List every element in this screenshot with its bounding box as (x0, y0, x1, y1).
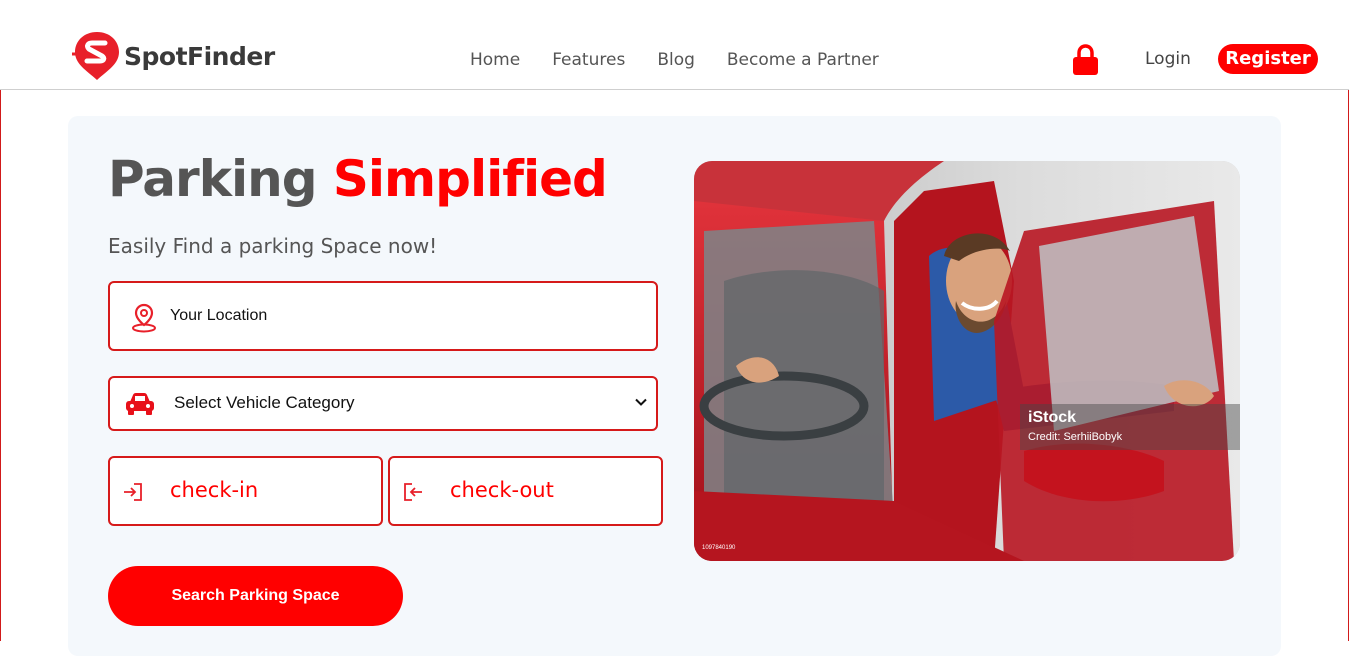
watermark-credit: Credit: SerhiiBobyk (1028, 431, 1123, 443)
hero-subtitle: Easily Find a parking Space now! (108, 234, 438, 258)
check-in-field[interactable]: check-in (108, 456, 383, 526)
location-field[interactable] (108, 281, 658, 351)
nav-blog[interactable]: Blog (657, 50, 695, 70)
main-nav: Home Features Blog Become a Partner (470, 50, 911, 70)
car-icon (126, 393, 154, 415)
page-border-left (0, 90, 1, 641)
location-input[interactable] (170, 303, 630, 329)
lock-icon[interactable] (1072, 44, 1099, 76)
photo-stock-id: 1097840190 (702, 545, 736, 551)
nav-features[interactable]: Features (552, 50, 625, 70)
hero-title-accent: Simplified (332, 150, 608, 208)
site-header: SpotFinder Home Features Blog Become a P… (0, 0, 1349, 90)
check-out-label: check-out (450, 478, 554, 502)
istock-watermark: iStock Credit: SerhiiBobyk (1020, 404, 1240, 450)
sign-in-icon (124, 483, 142, 501)
nav-become-partner[interactable]: Become a Partner (727, 50, 879, 70)
sign-out-icon (404, 483, 422, 501)
hero-photo (694, 161, 1240, 561)
search-parking-button[interactable]: Search Parking Space (108, 566, 403, 626)
vehicle-category-value: Select Vehicle Category (174, 393, 355, 412)
watermark-brand: iStock (1028, 409, 1077, 426)
nav-home[interactable]: Home (470, 50, 520, 70)
vehicle-category-select[interactable]: Select Vehicle Category (108, 376, 658, 431)
chevron-down-icon (635, 398, 647, 406)
spotfinder-logo-icon (72, 32, 119, 80)
check-in-label: check-in (170, 478, 259, 502)
brand-name: SpotFinder (124, 41, 275, 71)
hero-title: Parking Simplified (108, 150, 608, 208)
location-pin-icon (132, 303, 156, 333)
hero-title-main: Parking (108, 150, 317, 208)
brand-logo[interactable]: SpotFinder (72, 30, 275, 82)
check-out-field[interactable]: check-out (388, 456, 663, 526)
register-button[interactable]: Register (1218, 44, 1318, 74)
login-link[interactable]: Login (1145, 49, 1191, 69)
man-in-red-car-image (694, 161, 1240, 561)
